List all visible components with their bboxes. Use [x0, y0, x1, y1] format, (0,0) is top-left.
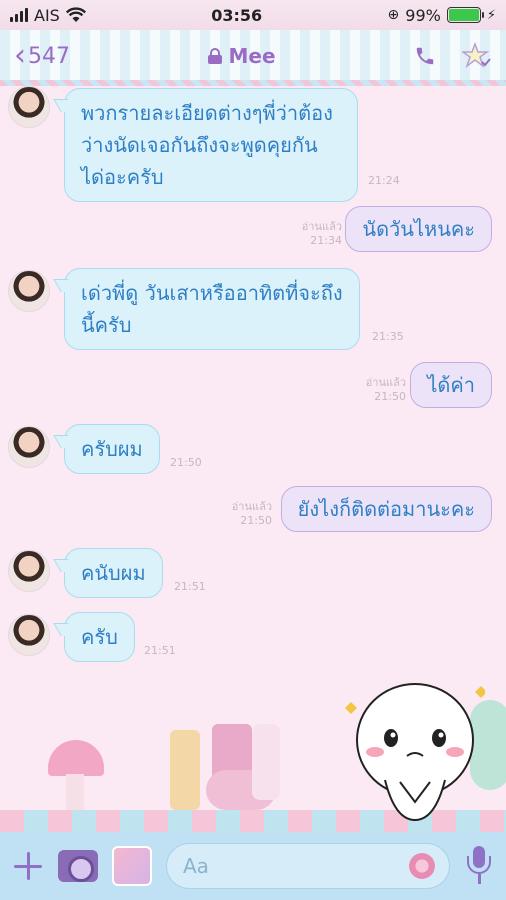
- message-meta: อ่านแล้ว 21:34: [302, 220, 342, 248]
- back-button[interactable]: ‹ 547: [14, 41, 70, 71]
- giraffe-icon: [170, 730, 200, 810]
- mushroom-icon: [48, 740, 104, 776]
- message-time: 21:51: [144, 644, 176, 657]
- message-text: เด่วพี่ดู วันเสาหรืออาทิตที่จะถึง: [81, 281, 343, 305]
- message-time: 21:51: [174, 580, 206, 593]
- battery-percent: 99%: [405, 5, 441, 25]
- avatar[interactable]: [8, 426, 50, 468]
- tower-icon: [252, 724, 280, 800]
- message-bubble-incoming[interactable]: คนับผม: [64, 548, 163, 598]
- message-time: 21:50: [240, 514, 272, 527]
- message-meta: อ่านแล้ว 21:50: [366, 376, 406, 404]
- charging-icon: ⚡: [486, 7, 496, 23]
- sticker-moon-character[interactable]: [345, 670, 485, 830]
- header-actions: [414, 42, 492, 70]
- plus-icon[interactable]: [12, 850, 44, 882]
- avatar[interactable]: [8, 270, 50, 312]
- camera-icon[interactable]: [58, 850, 98, 882]
- message-text: คนับผม: [81, 561, 146, 585]
- status-right: ⊕ 99% ⚡: [388, 6, 496, 25]
- gallery-icon[interactable]: [112, 846, 152, 886]
- message-bubble-incoming[interactable]: ครับ: [64, 612, 135, 662]
- unread-count: 547: [28, 43, 70, 69]
- clock: 03:56: [211, 5, 263, 25]
- message-bubble-outgoing[interactable]: ได้ค่า: [410, 362, 492, 408]
- message-time: 21:50: [170, 456, 202, 469]
- message-time: 21:35: [372, 330, 404, 343]
- message-time: 21:34: [310, 234, 342, 247]
- message-text: ครับผม: [81, 437, 143, 461]
- mushroom-stem: [66, 774, 84, 810]
- read-receipt: อ่านแล้ว: [231, 500, 272, 513]
- message-bubble-outgoing[interactable]: ยังไงก็ติดต่อมานะคะ: [280, 486, 492, 532]
- microphone-icon[interactable]: [464, 846, 494, 886]
- avatar[interactable]: [8, 86, 50, 128]
- message-meta: อ่านแล้ว 21:50: [232, 500, 272, 528]
- wifi-icon: [65, 7, 86, 22]
- message-input[interactable]: Aa: [166, 843, 450, 889]
- lock-icon: [208, 48, 223, 64]
- message-bubble-outgoing[interactable]: นัดวันไหนคะ: [345, 206, 492, 252]
- message-bubble-incoming[interactable]: พวกรายละเอียดต่างๆพี่ว่าต้อง ว่างนัดเจอก…: [64, 88, 358, 202]
- carrier-label: AIS: [34, 5, 60, 25]
- phone-icon[interactable]: [414, 45, 436, 67]
- chevron-left-icon: ‹: [14, 38, 26, 73]
- message-text: ยังไงก็ติดต่อมานะคะ: [297, 497, 475, 521]
- message-time: 21:50: [374, 390, 406, 403]
- message-text: นัดวันไหนคะ: [362, 217, 475, 241]
- signal-icon: [10, 8, 28, 22]
- message-text: ได่อะครับ: [81, 165, 164, 189]
- message-input-bar: Aa: [0, 832, 506, 900]
- message-text: ครับ: [81, 625, 118, 649]
- chat-header: ‹ 547 Mee: [0, 30, 506, 86]
- emoji-icon[interactable]: [409, 853, 435, 879]
- avatar[interactable]: [8, 550, 50, 592]
- status-bar: AIS 03:56 ⊕ 99% ⚡: [0, 0, 506, 30]
- message-text: ว่างนัดเจอกันถึงจะพูดคุยกัน: [81, 133, 318, 157]
- message-text: นี้ครับ: [81, 313, 132, 337]
- message-bubble-incoming[interactable]: เด่วพี่ดู วันเสาหรืออาทิตที่จะถึง นี้ครั…: [64, 268, 360, 350]
- settings-icon[interactable]: [462, 42, 492, 70]
- status-left: AIS: [10, 6, 86, 25]
- orientation-lock-icon: ⊕: [387, 7, 400, 23]
- read-receipt: อ่านแล้ว: [365, 376, 406, 389]
- read-receipt: อ่านแล้ว: [301, 220, 342, 233]
- battery-icon: [446, 7, 484, 23]
- message-text: ได้ค่า: [427, 373, 475, 397]
- chat-title[interactable]: Mee: [208, 44, 276, 68]
- message-time: 21:24: [368, 174, 400, 187]
- avatar[interactable]: [8, 614, 50, 656]
- message-text: พวกรายละเอียดต่างๆพี่ว่าต้อง: [81, 101, 333, 125]
- chat-name: Mee: [228, 44, 276, 68]
- message-bubble-incoming[interactable]: ครับผม: [64, 424, 160, 474]
- message-input-placeholder: Aa: [183, 854, 209, 878]
